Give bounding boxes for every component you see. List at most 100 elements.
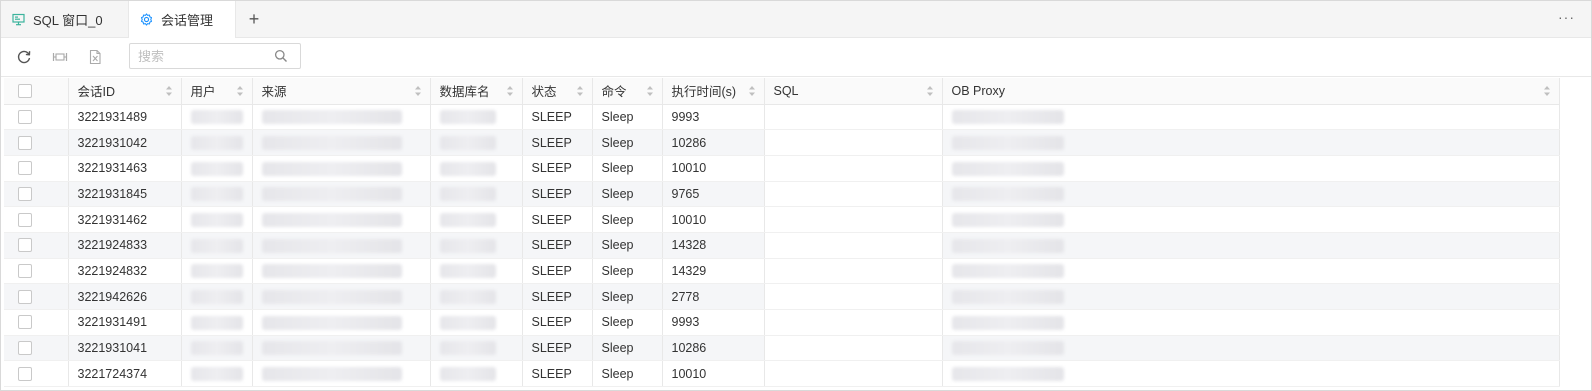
redacted-ob-proxy — [951, 264, 1064, 279]
status-cell: SLEEP — [522, 129, 593, 156]
sort-icon[interactable] — [1543, 85, 1551, 97]
row-checkbox[interactable] — [18, 366, 32, 381]
table-row[interactable]: 3221931041 SLEEP Sleep 10286 — [4, 335, 1560, 362]
session-id-cell: 3221924833 — [68, 232, 182, 259]
status-cell: SLEEP — [522, 104, 593, 131]
user-cell — [181, 258, 253, 285]
row-select-cell — [4, 258, 69, 285]
session-manager-window: SQL 窗口_0 会话管理 + ··· 搜索 会话ID 用户 来源 数据库名 状… — [0, 0, 1592, 391]
search-icon[interactable] — [274, 49, 288, 63]
row-checkbox[interactable] — [18, 109, 32, 124]
session-id-cell: 3221931845 — [68, 181, 182, 208]
sort-icon[interactable] — [414, 85, 422, 97]
column-header-status[interactable]: 状态 — [522, 78, 593, 105]
table-row[interactable]: 3221924832 SLEEP Sleep 14329 — [4, 258, 1560, 285]
command-cell: Sleep — [592, 181, 663, 208]
table-row[interactable]: 3221931489 SLEEP Sleep 9993 — [4, 104, 1560, 131]
command-cell: Sleep — [592, 155, 663, 182]
row-checkbox[interactable] — [18, 289, 32, 304]
table-row[interactable]: 3221931042 SLEEP Sleep 10286 — [4, 129, 1560, 156]
redacted-source — [261, 264, 402, 279]
exec-time-cell: 10010 — [662, 360, 765, 388]
column-header-database[interactable]: 数据库名 — [430, 78, 523, 105]
column-header-sql[interactable]: SQL — [764, 78, 943, 105]
sort-icon[interactable] — [236, 85, 244, 97]
column-header-user[interactable]: 用户 — [181, 78, 253, 105]
add-tab-button[interactable]: + — [244, 9, 264, 29]
database-cell — [430, 104, 523, 131]
redacted-database — [439, 238, 496, 253]
redacted-ob-proxy — [951, 367, 1064, 382]
redacted-source — [261, 161, 402, 176]
command-cell: Sleep — [592, 206, 663, 233]
session-id-cell: 3221931462 — [68, 206, 182, 233]
row-checkbox[interactable] — [18, 315, 32, 330]
redacted-source — [261, 341, 402, 356]
redacted-source — [261, 187, 402, 202]
redacted-database — [439, 212, 496, 227]
ob-proxy-cell — [942, 129, 1560, 156]
tab-label: 会话管理 — [161, 13, 214, 28]
table-row[interactable]: 3221931462 SLEEP Sleep 10010 — [4, 206, 1560, 233]
row-select-cell — [4, 309, 69, 336]
column-header-exec-time[interactable]: 执行时间(s) — [662, 78, 765, 105]
source-cell — [252, 232, 431, 259]
database-cell — [430, 232, 523, 259]
sort-icon[interactable] — [926, 85, 934, 97]
column-header-source[interactable]: 来源 — [252, 78, 431, 105]
column-header-command[interactable]: 命令 — [592, 78, 663, 105]
table-header-row: 会话ID 用户 来源 数据库名 状态 命令 执行时间(s) SQL OB Pro… — [4, 78, 1560, 105]
refresh-icon[interactable] — [15, 48, 33, 66]
table-row[interactable]: 3221931491 SLEEP Sleep 9993 — [4, 309, 1560, 336]
sort-icon[interactable] — [165, 85, 173, 97]
row-checkbox[interactable] — [18, 263, 32, 278]
sort-icon[interactable] — [576, 85, 584, 97]
redacted-user — [190, 264, 243, 279]
redacted-ob-proxy — [951, 212, 1064, 227]
more-options-button[interactable]: ··· — [1558, 9, 1575, 25]
sort-icon[interactable] — [506, 85, 514, 97]
table-row[interactable]: 3221931845 SLEEP Sleep 9765 — [4, 181, 1560, 208]
redacted-ob-proxy — [951, 238, 1064, 253]
row-checkbox[interactable] — [18, 341, 32, 356]
session-id-cell: 3221724374 — [68, 360, 182, 388]
user-cell — [181, 129, 253, 156]
tab-session-management[interactable]: 会话管理 — [128, 1, 236, 38]
sql-cell — [764, 283, 943, 310]
toolbar — [1, 38, 1591, 77]
row-checkbox[interactable] — [18, 135, 32, 150]
source-cell — [252, 181, 431, 208]
tab-label: SQL 窗口_0 — [33, 12, 103, 28]
user-cell — [181, 360, 253, 388]
column-header-ob-proxy[interactable]: OB Proxy — [942, 78, 1560, 105]
row-checkbox[interactable] — [18, 186, 32, 201]
redacted-user — [190, 212, 243, 227]
command-cell: Sleep — [592, 129, 663, 156]
select-all-checkbox[interactable] — [18, 83, 32, 98]
row-checkbox[interactable] — [18, 161, 32, 176]
command-cell: Sleep — [592, 104, 663, 131]
table-row[interactable]: 3221924833 SLEEP Sleep 14328 — [4, 232, 1560, 259]
session-id-cell: 3221931041 — [68, 335, 182, 362]
tab-bar: SQL 窗口_0 会话管理 + ··· — [1, 1, 1591, 38]
redacted-source — [261, 212, 402, 227]
close-session-icon[interactable] — [51, 48, 69, 66]
column-header-session-id[interactable]: 会话ID — [68, 78, 182, 105]
row-checkbox[interactable] — [18, 212, 32, 227]
redacted-database — [439, 315, 496, 330]
exec-time-cell: 9993 — [662, 309, 765, 336]
source-cell — [252, 155, 431, 182]
redacted-user — [190, 367, 243, 382]
table-row[interactable]: 3221942626 SLEEP Sleep 2778 — [4, 283, 1560, 310]
redacted-database — [439, 161, 496, 176]
search-input[interactable] — [130, 44, 278, 68]
row-select-cell — [4, 283, 69, 310]
tab-sql-window[interactable]: SQL 窗口_0 — [1, 1, 125, 37]
sort-icon[interactable] — [646, 85, 654, 97]
table-row[interactable]: 3221931463 SLEEP Sleep 10010 — [4, 155, 1560, 182]
ob-proxy-cell — [942, 104, 1560, 131]
table-row[interactable]: 3221724374 SLEEP Sleep 10010 — [4, 360, 1560, 388]
row-checkbox[interactable] — [18, 238, 32, 253]
sort-icon[interactable] — [748, 85, 756, 97]
kill-query-icon[interactable] — [86, 48, 104, 66]
